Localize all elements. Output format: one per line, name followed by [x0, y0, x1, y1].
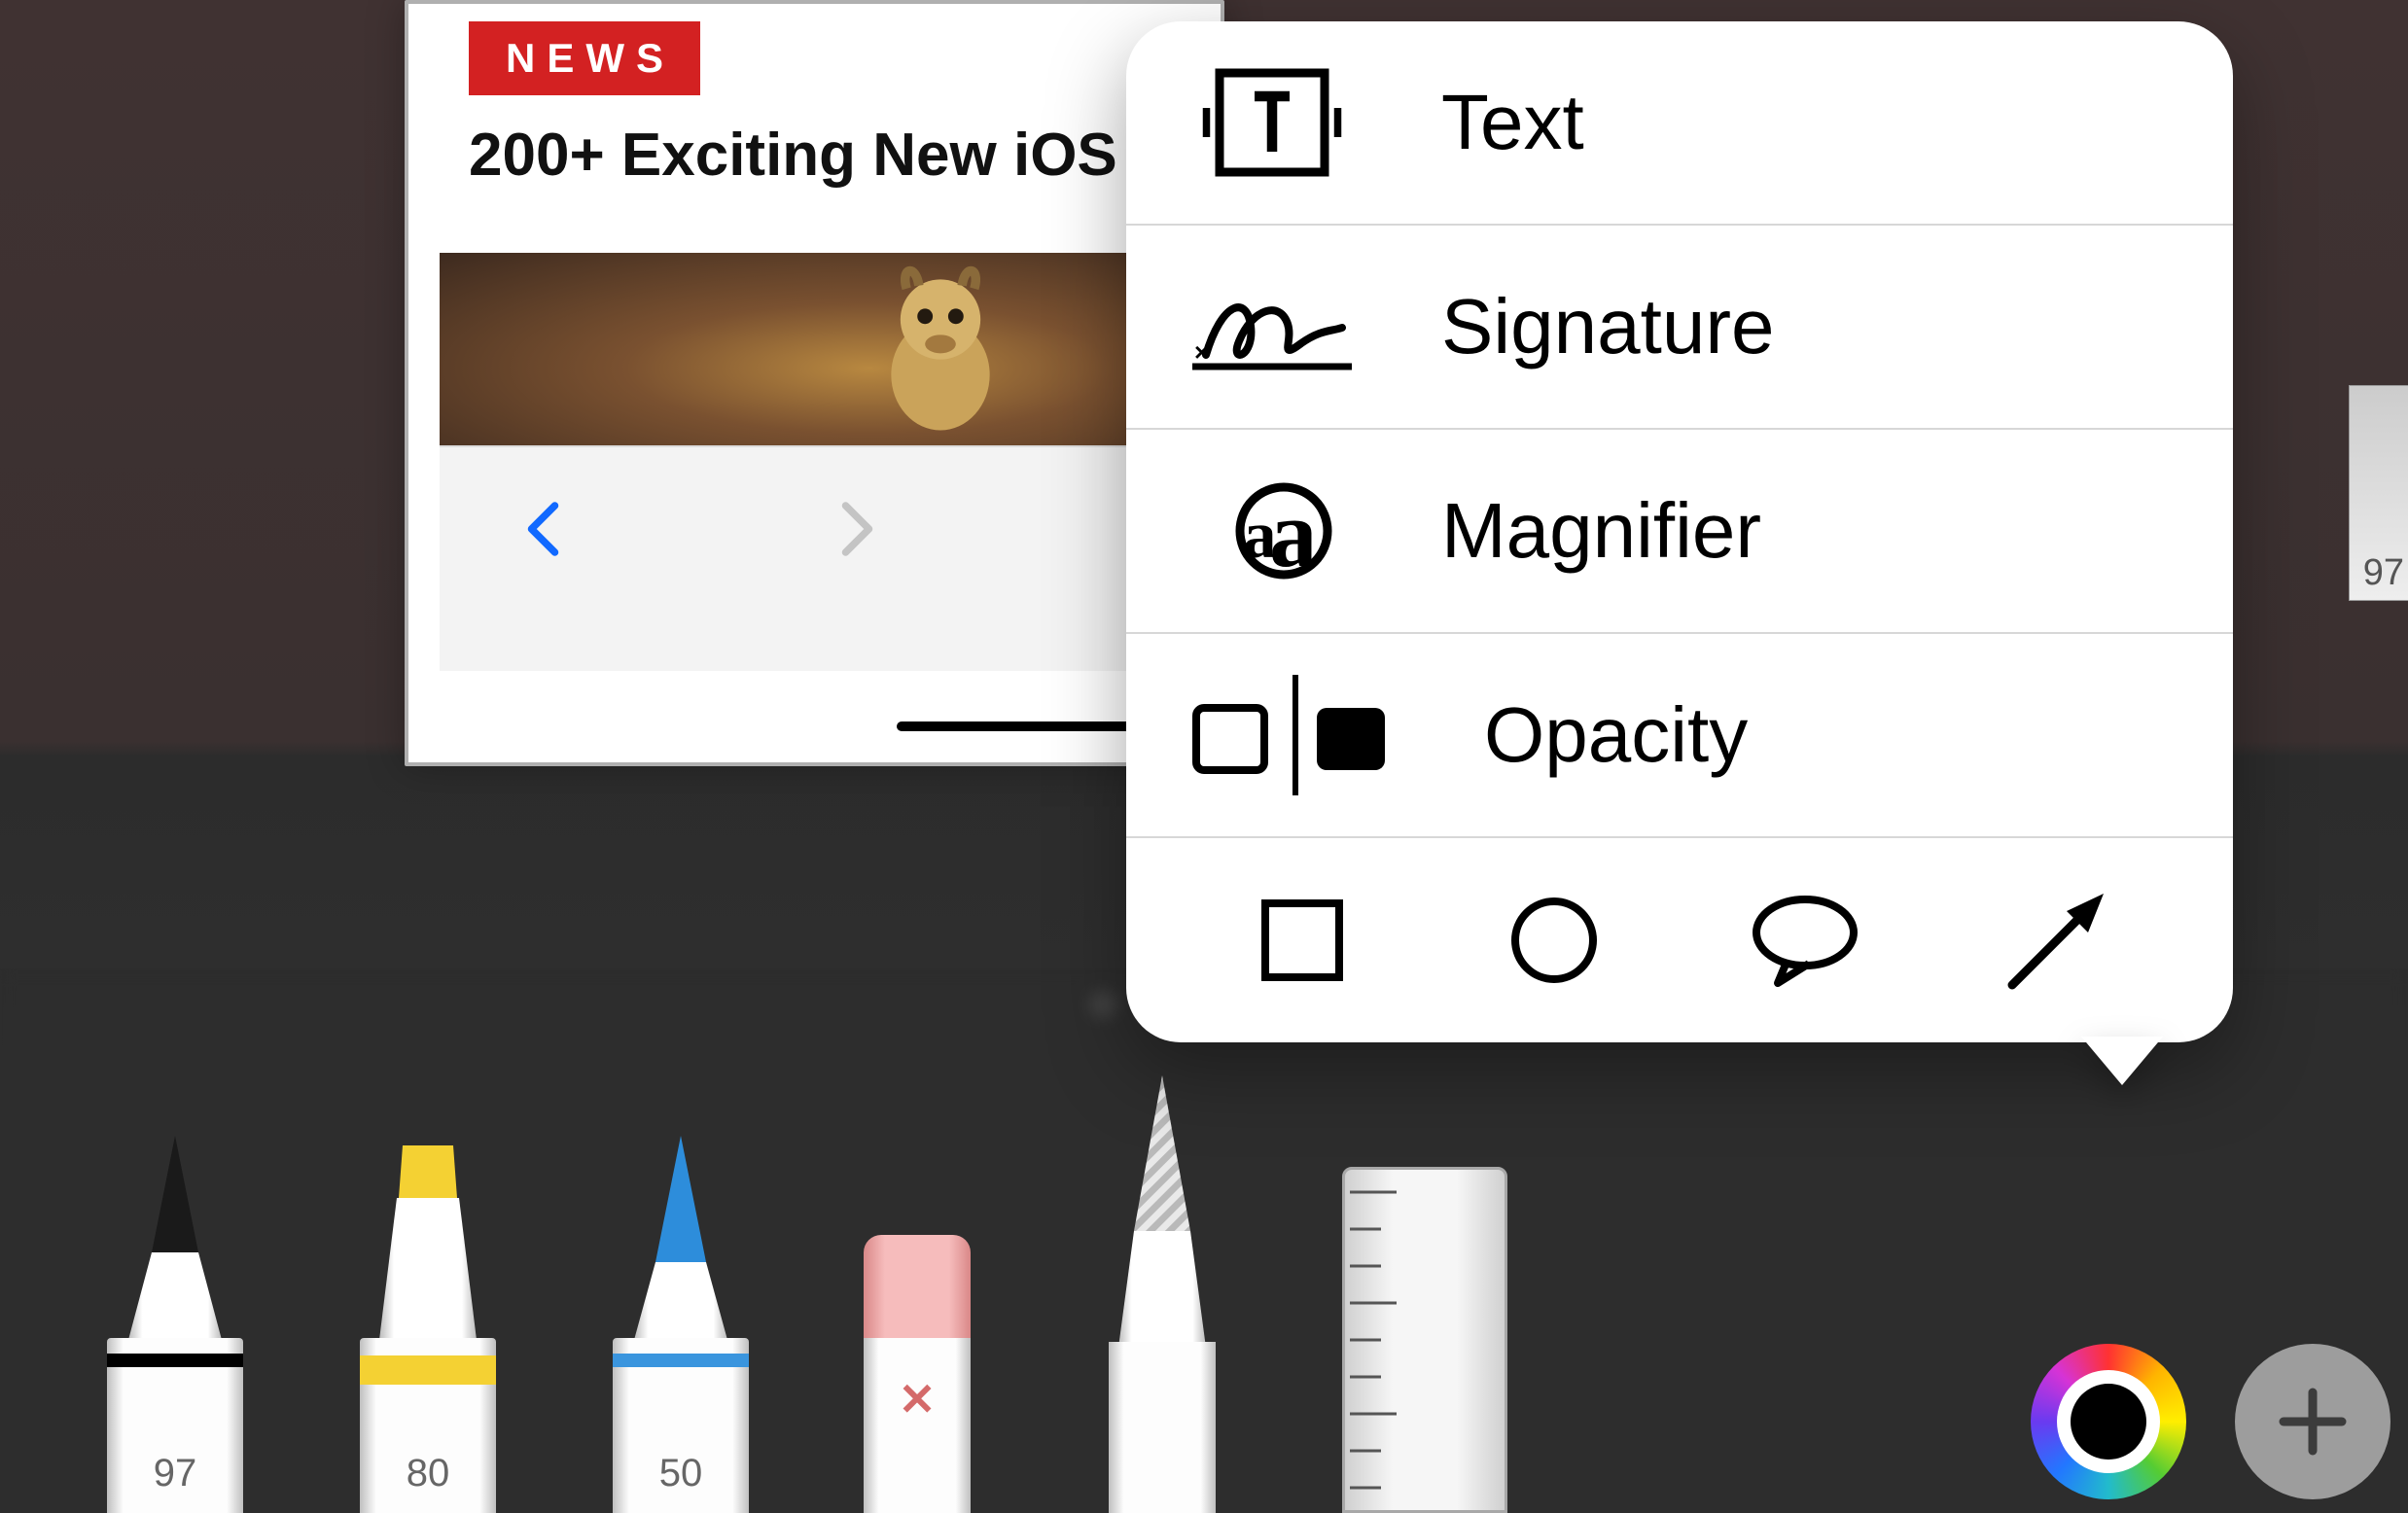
shape-arrow[interactable]	[1975, 859, 2139, 1022]
menu-label: Text	[1441, 78, 1584, 167]
opacity-icon	[1186, 691, 1400, 779]
menu-item-magnifier[interactable]: a a Magnifier	[1126, 428, 2233, 632]
tool-highlighter[interactable]: 80	[360, 1153, 496, 1513]
safari-toolbar	[440, 445, 1221, 671]
svg-text:×: ×	[1194, 337, 1209, 367]
plus-icon	[2274, 1383, 2352, 1460]
news-badge: NEWS	[469, 21, 700, 95]
markup-toolbar: 97 80 50 ✕	[0, 968, 2408, 1513]
add-tools-popover: Text × Signature a a Magnifier	[1126, 21, 2233, 1042]
color-picker-button[interactable]	[2031, 1344, 2186, 1499]
forward-icon	[827, 500, 885, 558]
tool-lasso[interactable]	[1109, 1085, 1216, 1513]
signature-icon: ×	[1186, 283, 1358, 370]
svg-text:a: a	[1269, 481, 1318, 587]
screenshot-thumbnail[interactable]: NEWS 200+ Exciting New iOS Animoji	[405, 0, 1224, 766]
menu-label: Signature	[1441, 282, 1774, 371]
article-thumbnail: Animoji	[440, 253, 1221, 445]
tool-alpha: 97	[107, 1452, 243, 1495]
animoji-icon	[848, 255, 1033, 440]
menu-label: Magnifier	[1441, 486, 1761, 576]
shape-ellipse[interactable]	[1472, 859, 1636, 1022]
tool-pencil[interactable]: 50	[613, 1144, 749, 1513]
offscreen-tool: 97	[2349, 385, 2408, 601]
menu-label: Opacity	[1484, 690, 1748, 780]
shape-speech-bubble[interactable]	[1723, 859, 1887, 1022]
add-button[interactable]	[2235, 1344, 2390, 1499]
menu-item-opacity[interactable]: Opacity	[1126, 632, 2233, 836]
menu-item-text[interactable]: Text	[1126, 21, 2233, 224]
article-headline: 200+ Exciting New iOS	[469, 121, 1117, 190]
ruler-ticks-icon	[1342, 1173, 1507, 1513]
magnifier-icon: a a	[1186, 487, 1358, 575]
tool-ruler[interactable]	[1342, 1173, 1507, 1513]
tool-alpha: 50	[613, 1452, 749, 1495]
tool-eraser[interactable]: ✕	[864, 1182, 971, 1513]
text-icon	[1186, 79, 1358, 166]
selected-color-swatch	[2071, 1384, 2146, 1460]
tool-pen[interactable]: 97	[107, 1144, 243, 1513]
tool-alpha: 80	[360, 1452, 496, 1495]
shape-row	[1126, 836, 2233, 1042]
shape-rectangle[interactable]	[1221, 859, 1384, 1022]
back-icon[interactable]	[515, 500, 574, 558]
menu-item-signature[interactable]: × Signature	[1126, 224, 2233, 428]
